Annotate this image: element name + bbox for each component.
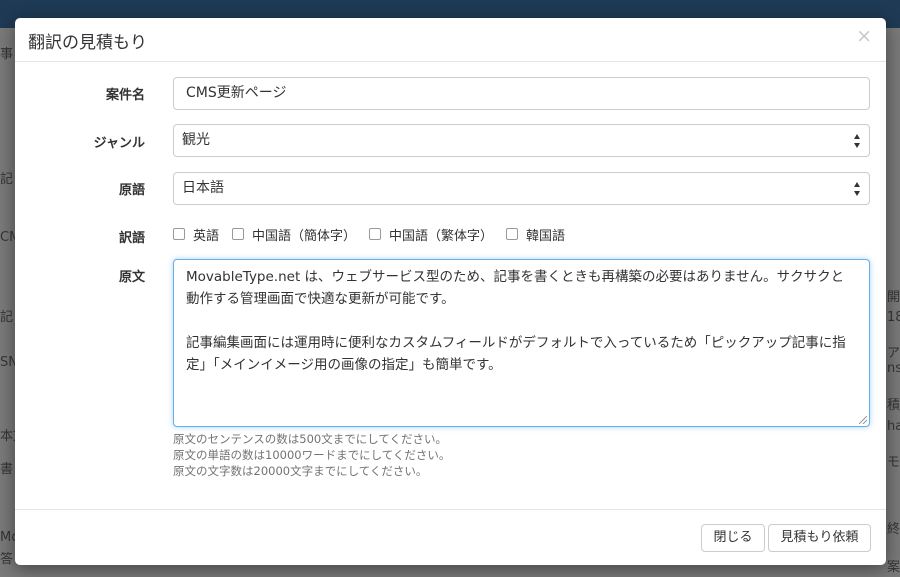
background-fragment: ns. — [887, 361, 900, 376]
help-text: 原文のセンテンスの数は500文までにしてください。 原文の単語の数は10000ワ… — [173, 431, 450, 479]
resize-grip-icon[interactable] — [859, 416, 867, 424]
source-text-paragraph: MovableType.net は、ウェブサービス型のため、記事を書くときも再構… — [186, 269, 845, 307]
modal-footer: 閉じる 見積もり依頼 — [15, 509, 886, 565]
target-language-option-label: 中国語（繁体字） — [389, 228, 494, 244]
genre-label: ジャンル — [93, 136, 145, 151]
source-text-textarea[interactable]: MovableType.net は、ウェブサービス型のため、記事を書くときも再構… — [173, 259, 870, 427]
background-fragment: ア — [887, 346, 900, 361]
background-fragment: 記 — [0, 310, 14, 325]
background-fragment: モ — [887, 455, 900, 470]
background-fragment: 事 — [0, 47, 14, 62]
background-fragment: 記 — [0, 172, 14, 187]
help-line: 原文のセンテンスの数は500文までにしてください。 — [173, 432, 448, 446]
target-language-option[interactable]: 韓国語 — [506, 225, 565, 244]
target-language-option[interactable]: 中国語（簡体字） — [232, 225, 356, 244]
genre-select[interactable]: 観光 — [173, 124, 870, 157]
checkbox[interactable] — [232, 228, 245, 240]
target-language-option[interactable]: 英語 — [173, 225, 219, 244]
close-icon[interactable]: × — [856, 27, 872, 46]
background-fragment: 18 — [887, 310, 900, 325]
checkbox[interactable] — [506, 228, 519, 240]
target-language-option-label: 韓国語 — [526, 228, 566, 244]
source-language-label: 原語 — [118, 183, 145, 198]
case-name-input[interactable]: CMS更新ページ — [173, 77, 870, 110]
target-language-label: 訳語 — [118, 231, 145, 246]
help-line: 原文の単語の数は10000ワードまでにしてください。 — [173, 448, 451, 462]
source-language-select[interactable]: 日本語 — [173, 172, 870, 205]
background-fragment: hay — [887, 419, 900, 434]
modal-title: 翻訳の見積もり — [28, 33, 147, 53]
select-arrows-icon — [854, 134, 861, 148]
background-fragment: 案 — [887, 560, 900, 575]
checkbox[interactable] — [369, 228, 382, 240]
request-estimate-button[interactable]: 見積もり依頼 — [768, 524, 871, 552]
modal-header: 翻訳の見積もり × — [15, 18, 886, 62]
target-language-option[interactable]: 中国語（繁体字） — [369, 225, 493, 244]
background-fragment: 開 — [887, 290, 900, 305]
checkbox[interactable] — [173, 228, 185, 240]
target-language-option-label: 中国語（簡体字） — [252, 228, 357, 244]
target-language-option-label: 英語 — [193, 228, 220, 244]
source-language-select-value: 日本語 — [182, 180, 224, 196]
background-fragment: 終 — [887, 522, 900, 537]
genre-select-value: 観光 — [182, 132, 210, 148]
source-text-paragraph: 記事編集画面には運用時に便利なカスタムフィールドがデフォルトで入っているため「ピ… — [186, 335, 846, 373]
case-name-label: 案件名 — [105, 88, 145, 103]
source-text-label: 原文 — [118, 270, 145, 285]
background-fragment: 積 — [887, 398, 900, 413]
target-language-checkboxes: 英語 中国語（簡体字） 中国語（繁体字） 韓国語 — [173, 225, 578, 244]
background-fragment: 書 — [0, 462, 14, 477]
background-fragment: 答 — [0, 552, 14, 567]
select-arrows-icon — [854, 182, 861, 196]
close-button[interactable]: 閉じる — [701, 524, 765, 552]
help-line: 原文の文字数は20000文字までにしてください。 — [173, 464, 428, 478]
estimate-modal: 翻訳の見積もり × 案件名 CMS更新ページ ジャンル 観光 原語 日本語 訳語… — [15, 18, 886, 565]
